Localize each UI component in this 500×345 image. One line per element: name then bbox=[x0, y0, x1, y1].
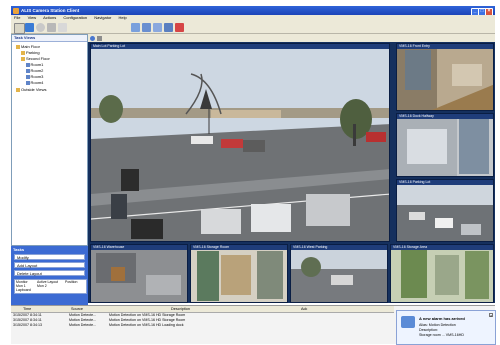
close-icon[interactable]: × bbox=[489, 313, 493, 318]
camera-icon[interactable] bbox=[47, 23, 56, 32]
notification-title: A new alarm has arrived bbox=[419, 316, 465, 321]
camera-label-front-entry: VMS-16 Front Entry bbox=[397, 44, 493, 49]
folder-icon bbox=[16, 88, 20, 92]
camera-label-dock-hallway: VMS-16 Dock Hallway bbox=[397, 114, 493, 119]
camera-feed-front-entry bbox=[397, 44, 493, 110]
tree-item-room1[interactable]: Room1 bbox=[26, 62, 43, 67]
tree-item-room2[interactable]: Room2 bbox=[26, 68, 43, 73]
camera-label-main: Main Lot Parking Lot bbox=[91, 44, 389, 49]
menu-view[interactable]: View bbox=[28, 15, 37, 20]
camera-label-storage-room: VMS-16 Storage Room bbox=[191, 245, 287, 250]
add-layout-button[interactable]: Add Layout bbox=[14, 262, 85, 268]
alarm-notification[interactable]: × A new alarm has arrived Alias: Motion … bbox=[396, 310, 496, 345]
window-titlebar: ALIS Camera Station Client _ □ × bbox=[11, 6, 495, 16]
folder-icon bbox=[16, 45, 20, 49]
network-icon bbox=[401, 316, 415, 328]
record-icon[interactable] bbox=[58, 23, 67, 32]
alarm-icon[interactable] bbox=[175, 23, 184, 32]
task-panel-header: Tasks bbox=[13, 247, 25, 252]
camera-tile-bottom-4[interactable]: VMS-16 Storage Area bbox=[390, 244, 494, 303]
zoom-icon[interactable] bbox=[36, 23, 45, 32]
folder-icon bbox=[21, 57, 25, 61]
back-icon[interactable] bbox=[90, 35, 95, 41]
col-time[interactable]: Time bbox=[23, 306, 31, 312]
camera-tile-bottom-2[interactable]: VMS-16 Storage Room bbox=[190, 244, 288, 303]
tree-item-room4[interactable]: Room4 bbox=[26, 80, 43, 85]
col-description[interactable]: Description bbox=[171, 306, 190, 312]
camera-icon bbox=[26, 69, 30, 73]
tree-item-parking[interactable]: Parking bbox=[21, 50, 40, 55]
layout-menu-icon[interactable] bbox=[97, 35, 102, 41]
view-toolbar bbox=[88, 34, 495, 42]
grid-value-mon2[interactable]: Mon 2 bbox=[37, 284, 47, 288]
layout-4-icon[interactable] bbox=[164, 23, 173, 32]
layout-1-icon[interactable] bbox=[131, 23, 140, 32]
sidebar-panel: Task Views Main Floor Parking Second Flo… bbox=[11, 34, 88, 246]
camera-feed-dock-hallway bbox=[397, 114, 493, 176]
menu-help[interactable]: Help bbox=[119, 15, 127, 20]
tree-item-outside-views[interactable]: Outside Views bbox=[16, 87, 47, 92]
camera-feed-parking-lot-2 bbox=[397, 180, 493, 241]
camera-feed-west-parking bbox=[291, 245, 387, 302]
modify-button[interactable]: Modify bbox=[14, 254, 85, 260]
cursor-icon[interactable] bbox=[14, 23, 25, 34]
camera-tile-right-3[interactable]: VMS-16 Parking Lot bbox=[396, 179, 494, 242]
camera-feed-main bbox=[91, 44, 389, 241]
camera-icon bbox=[26, 75, 30, 79]
alarm-grid-header: Time Source Description Ack bbox=[11, 306, 394, 313]
notification-desc-label: Description: bbox=[419, 328, 438, 332]
camera-label-parking-lot: VMS-16 Parking Lot bbox=[397, 180, 493, 185]
camera-tile-right-1[interactable]: VMS-16 Front Entry bbox=[396, 43, 494, 111]
tree-item-room3[interactable]: Room3 bbox=[26, 74, 43, 79]
grid-value-lapboard[interactable]: Lapboard bbox=[16, 288, 31, 292]
tree-item-second-floor[interactable]: Second Floor bbox=[21, 56, 50, 61]
window-title: ALIS Camera Station Client bbox=[21, 8, 80, 13]
col-source[interactable]: Source bbox=[71, 306, 83, 312]
toolbar bbox=[11, 21, 495, 34]
monitor-grid: Monitor Active Layout Position Mon 1 Mon… bbox=[14, 279, 87, 294]
notification-desc: Storage room ... VMS-16HD bbox=[419, 333, 464, 337]
sidebar-header: Task Views bbox=[12, 35, 87, 42]
menu-file[interactable]: File bbox=[14, 15, 20, 20]
notification-alias: Alias: Motion Detection bbox=[419, 323, 456, 327]
camera-feed-storage-area bbox=[391, 245, 493, 302]
camera-feed-warehouse bbox=[91, 245, 187, 302]
tree-item-main-floor[interactable]: Main Floor bbox=[16, 44, 40, 49]
menu-configuration[interactable]: Configuration bbox=[63, 15, 87, 20]
camera-feed-storage-room bbox=[191, 245, 287, 302]
app-icon bbox=[13, 7, 19, 14]
alarm-row[interactable]: 3/15/2007 8:34:13 Motion Detecte... Moti… bbox=[11, 323, 394, 328]
camera-label-warehouse: VMS-16 Warehouse bbox=[91, 245, 187, 250]
camera-icon bbox=[26, 63, 30, 67]
layout-2-icon[interactable] bbox=[142, 23, 151, 32]
menu-actions[interactable]: Actions bbox=[43, 15, 56, 20]
layout-3-icon[interactable] bbox=[153, 23, 162, 32]
grid-header-position: Position bbox=[65, 280, 78, 284]
task-panel: Tasks Modify Add Layout Delete Layout Mo… bbox=[11, 246, 88, 305]
camera-tile-right-2[interactable]: VMS-16 Dock Hallway bbox=[396, 113, 494, 177]
camera-icon bbox=[26, 81, 30, 85]
camera-label-west-parking: VMS-16 West Parking bbox=[291, 245, 387, 250]
camera-tile-bottom-3[interactable]: VMS-16 West Parking bbox=[290, 244, 388, 303]
camera-tile-main[interactable]: Main Lot Parking Lot bbox=[90, 43, 390, 242]
folder-icon bbox=[21, 51, 25, 55]
pan-icon[interactable] bbox=[25, 23, 34, 32]
delete-layout-button[interactable]: Delete Layout bbox=[14, 270, 85, 276]
camera-tile-bottom-1[interactable]: VMS-16 Warehouse bbox=[90, 244, 188, 303]
menu-navigator[interactable]: Navigator bbox=[94, 15, 111, 20]
camera-label-storage-area: VMS-16 Storage Area bbox=[391, 245, 493, 250]
col-ack[interactable]: Ack bbox=[301, 306, 307, 312]
